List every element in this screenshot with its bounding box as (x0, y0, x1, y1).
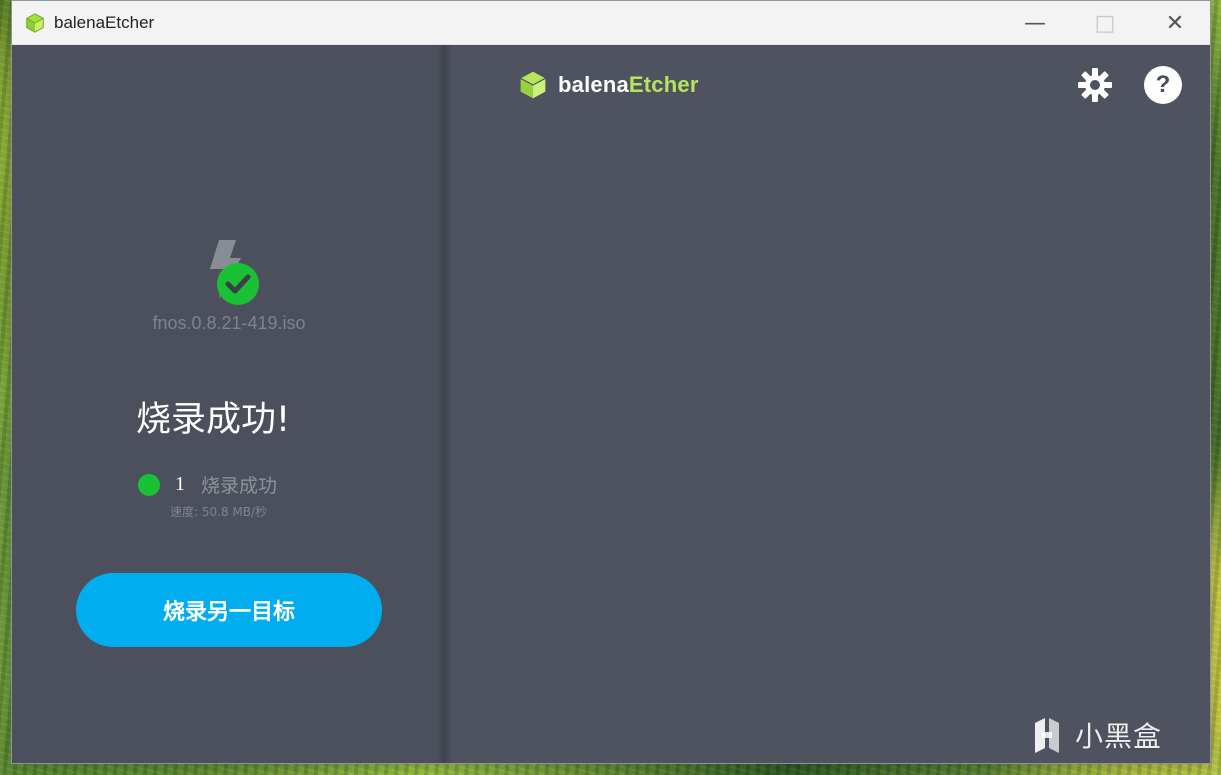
flash-speed: 速度: 50.8 MB/秒 (170, 505, 268, 519)
maximize-button[interactable]: □ (1070, 1, 1140, 45)
preview-pane (445, 45, 1210, 763)
window-controls: — □ ✕ (1000, 1, 1210, 45)
main-content: fnos.0.8.21-419.iso 烧录成功! 1 烧录成功 速度: 50.… (12, 45, 1210, 763)
titlebar: balenaEtcher — □ ✕ (12, 1, 1210, 45)
watermark-text: 小黑盒 (1075, 720, 1163, 753)
brand-logo: balenaEtcher (517, 69, 699, 101)
watermark-logo-icon (1035, 718, 1059, 753)
flash-another-button[interactable]: 烧录另一目标 (76, 573, 382, 647)
success-status-text: 烧录成功 (201, 475, 278, 497)
app-window: balenaEtcher — □ ✕ fnos.0.8.21-419.iso 烧… (11, 0, 1211, 764)
help-icon: ? (1155, 71, 1171, 98)
success-dot-icon (138, 473, 160, 496)
check-circle-icon (217, 263, 259, 305)
watermark: 小黑盒 (1027, 712, 1162, 758)
settings-button[interactable] (1076, 66, 1114, 104)
brand-suffix: Etcher (628, 72, 699, 97)
brand-wordmark: balenaEtcher (558, 72, 699, 98)
flash-complete-icon (210, 240, 259, 305)
success-title: 烧录成功! (136, 400, 291, 440)
window-title: balenaEtcher (54, 13, 155, 32)
success-count: 1 (175, 473, 185, 495)
pane-divider (439, 45, 451, 763)
cube-icon (26, 13, 45, 33)
flash-summary-pane: fnos.0.8.21-419.iso 烧录成功! 1 烧录成功 速度: 50.… (12, 45, 445, 763)
minimize-button[interactable]: — (1000, 1, 1070, 45)
minimize-icon: — (1024, 10, 1046, 36)
brand-prefix: balena (558, 72, 629, 97)
maximize-icon: □ (1094, 10, 1116, 36)
close-icon: ✕ (1165, 10, 1185, 36)
image-filename: fnos.0.8.21-419.iso (152, 313, 306, 333)
close-button[interactable]: ✕ (1140, 1, 1210, 45)
help-button[interactable]: ? (1144, 66, 1182, 104)
flash-result-row: 1 烧录成功 (138, 471, 277, 498)
cube-logo-icon (519, 70, 548, 100)
